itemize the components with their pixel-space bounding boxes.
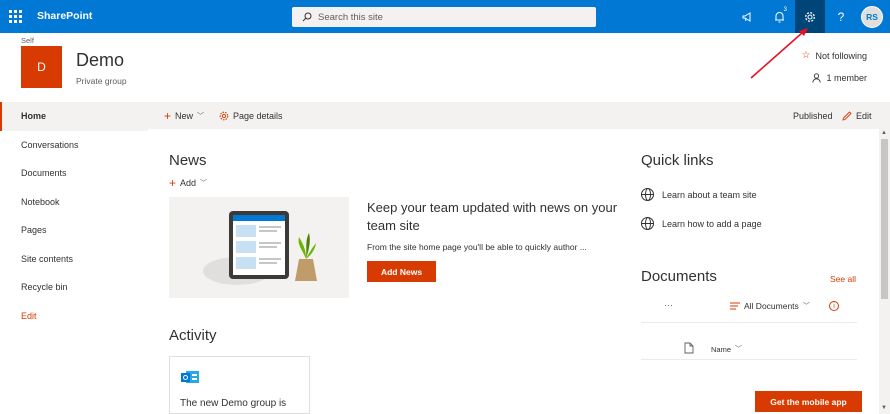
view-selector[interactable]: All Documents ﹀	[730, 301, 810, 311]
news-headline: Keep your team updated with news on your…	[367, 200, 618, 233]
chevron-down-icon: ﹀	[200, 180, 208, 187]
chevron-down-icon: ﹀	[197, 112, 205, 120]
page-scrollbar[interactable]: ▲ ▼	[879, 129, 890, 414]
nav-item-recycle-bin[interactable]: Recycle bin	[0, 273, 148, 302]
view-lines-icon	[730, 302, 740, 310]
publish-status: Published	[793, 110, 833, 121]
add-news-button[interactable]: Add News	[367, 261, 436, 282]
group-icon	[181, 371, 199, 383]
globe-icon	[641, 188, 654, 201]
quick-link-label: Learn how to add a page	[662, 218, 762, 229]
news-title: News	[169, 152, 207, 169]
settings-icon	[219, 111, 229, 120]
nav-item-home[interactable]: Home	[0, 102, 148, 131]
quick-link-item[interactable]: Learn about a team site	[641, 188, 757, 201]
info-icon[interactable]: i	[829, 301, 839, 311]
nav-item-site-contents[interactable]: Site contents	[0, 245, 148, 274]
page-details-button[interactable]: Page details	[219, 102, 283, 129]
edit-label: Edit	[856, 110, 872, 121]
nav-edit-link[interactable]: Edit	[0, 302, 148, 331]
add-news-menu[interactable]: + Add ﹀	[169, 176, 207, 190]
scroll-thumb[interactable]	[881, 139, 888, 299]
nav-item-conversations[interactable]: Conversations	[0, 131, 148, 160]
nav-item-notebook[interactable]: Notebook	[0, 188, 148, 217]
command-bar: + New ﹀ Page details Published Edit	[148, 102, 890, 129]
plus-icon: +	[164, 108, 172, 123]
column-header-name[interactable]: Name ﹀	[711, 344, 742, 354]
activity-card[interactable]: The new Demo group is	[169, 356, 310, 414]
nav-item-documents[interactable]: Documents	[0, 159, 148, 188]
activity-card-text: The new Demo group is	[180, 398, 287, 409]
get-mobile-app-button[interactable]: Get the mobile app	[755, 391, 862, 412]
globe-icon	[641, 217, 654, 230]
more-options-button[interactable]: ···	[664, 300, 673, 310]
edit-page-button[interactable]: Edit	[842, 102, 872, 129]
pencil-icon	[842, 110, 852, 121]
news-description: From the site home page you'll be able t…	[367, 242, 587, 252]
view-label: All Documents	[744, 301, 799, 311]
left-navigation: Home Conversations Documents Notebook Pa…	[0, 102, 148, 414]
scroll-down-arrow-icon[interactable]: ▼	[881, 405, 887, 411]
new-button[interactable]: + New ﹀	[164, 102, 204, 129]
news-illustration	[169, 197, 349, 298]
nav-item-pages[interactable]: Pages	[0, 216, 148, 245]
quick-links-title: Quick links	[641, 152, 714, 169]
scroll-up-arrow-icon[interactable]: ▲	[881, 130, 887, 136]
tablet-plant-illustration	[203, 211, 317, 285]
plus-icon: +	[169, 176, 177, 190]
documents-header-row	[641, 334, 857, 360]
chevron-down-icon: ﹀	[735, 346, 743, 353]
add-label: Add	[180, 178, 197, 188]
activity-title: Activity	[169, 327, 217, 344]
chevron-down-icon: ﹀	[802, 303, 810, 310]
file-icon	[684, 342, 694, 354]
page-details-label: Page details	[233, 110, 283, 121]
documents-title: Documents	[641, 268, 717, 285]
new-label: New	[175, 110, 194, 121]
quick-link-item[interactable]: Learn how to add a page	[641, 217, 762, 230]
quick-link-label: Learn about a team site	[662, 189, 757, 200]
column-name-label: Name	[711, 344, 732, 354]
see-all-link[interactable]: See all	[830, 274, 856, 284]
